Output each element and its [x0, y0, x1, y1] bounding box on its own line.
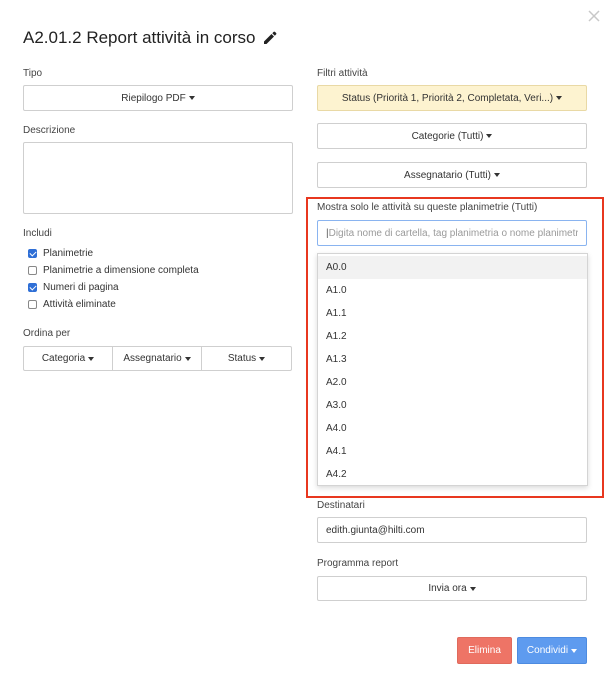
delete-button-label: Elimina: [468, 645, 501, 656]
include-page-numbers[interactable]: Numeri di pagina: [28, 279, 199, 296]
schedule-value: Invia ora: [428, 583, 467, 594]
caret-down-icon: [556, 96, 563, 100]
sort-assignee-button[interactable]: Assegnatario: [112, 346, 202, 371]
plan-option[interactable]: A4.0: [318, 417, 587, 440]
checkbox-checked[interactable]: [28, 249, 37, 258]
caret-down-icon: [493, 173, 500, 177]
assignee-filter-value: Assegnatario (Tutti): [404, 169, 491, 181]
recipients-input[interactable]: edith.giunta@hilti.com: [317, 517, 587, 543]
type-label: Tipo: [23, 68, 43, 79]
plan-option[interactable]: A1.3: [318, 348, 587, 371]
sort-segmented-control: Categoria Assegnatario Status: [23, 346, 292, 371]
checkbox-unchecked[interactable]: [28, 266, 37, 275]
include-deleted-tasks-label: Attività eliminate: [43, 299, 116, 310]
plan-option[interactable]: A4.2: [318, 463, 587, 486]
plans-search-input[interactable]: | Digita nome di cartella, tag planimetr…: [317, 220, 587, 246]
plan-option[interactable]: A3.0: [318, 394, 587, 417]
include-plans-label: Planimetrie: [43, 248, 94, 259]
caret-down-icon: [259, 356, 266, 361]
plan-option[interactable]: A0.0: [318, 256, 587, 279]
include-deleted-tasks[interactable]: Attività eliminate: [28, 296, 199, 313]
plan-option[interactable]: A1.2: [318, 325, 587, 348]
caret-down-icon: [88, 356, 95, 361]
description-textarea[interactable]: [23, 142, 293, 214]
status-filter-value: Status (Priorità 1, Priorità 2, Completa…: [341, 92, 554, 104]
include-page-numbers-label: Numeri di pagina: [43, 282, 119, 293]
schedule-dropdown[interactable]: Invia ora: [317, 576, 587, 601]
sort-category-button[interactable]: Categoria: [23, 346, 113, 371]
plans-dropdown-list: A0.0 A1.0 A1.1 A1.2 A1.3 A2.0 A3.0 A4.0 …: [317, 253, 588, 486]
sort-label: Ordina per: [23, 328, 71, 339]
type-dropdown[interactable]: Riepilogo PDF: [23, 85, 293, 111]
recipients-value: edith.giunta@hilti.com: [326, 524, 425, 536]
caret-down-icon: [469, 586, 476, 591]
assignee-filter-dropdown[interactable]: Assegnatario (Tutti): [317, 162, 587, 188]
dialog-title-text: A2.01.2 Report attività in corso: [23, 28, 256, 47]
description-label: Descrizione: [23, 125, 76, 136]
categories-filter-value: Categorie (Tutti): [411, 130, 484, 142]
delete-button[interactable]: Elimina: [457, 637, 512, 664]
caret-down-icon: [188, 96, 195, 100]
plan-option[interactable]: A1.0: [318, 279, 587, 302]
include-full-size-plans[interactable]: Planimetrie a dimensione completa: [28, 262, 199, 279]
plan-option[interactable]: A1.1: [318, 302, 587, 325]
share-button[interactable]: Condividi: [517, 637, 587, 664]
checkbox-checked[interactable]: [28, 283, 37, 292]
categories-filter-dropdown[interactable]: Categorie (Tutti): [317, 123, 587, 149]
recipients-label: Destinatari: [317, 500, 365, 511]
status-filter-dropdown[interactable]: Status (Priorità 1, Priorità 2, Completa…: [317, 85, 587, 111]
plan-option[interactable]: A4.1: [318, 440, 587, 463]
dialog-title: A2.01.2 Report attività in corso: [23, 28, 277, 48]
caret-down-icon: [184, 356, 191, 361]
checkbox-unchecked[interactable]: [28, 300, 37, 309]
filters-label: Filtri attività: [317, 68, 368, 79]
plans-filter-label: Mostra solo le attività su queste planim…: [317, 202, 538, 213]
type-dropdown-value: Riepilogo PDF: [121, 92, 186, 104]
sort-status-label: Status: [227, 353, 257, 364]
sort-status-button[interactable]: Status: [201, 346, 292, 371]
plans-search-placeholder: Digita nome di cartella, tag planimetria…: [328, 227, 578, 239]
includes-label: Includi: [23, 228, 52, 239]
share-button-label: Condividi: [526, 645, 569, 656]
sort-category-label: Categoria: [41, 353, 86, 364]
include-full-size-plans-label: Planimetrie a dimensione completa: [43, 265, 199, 276]
includes-list: Planimetrie Planimetrie a dimensione com…: [28, 245, 199, 313]
pencil-icon[interactable]: [263, 31, 277, 45]
schedule-label: Programma report: [317, 558, 399, 569]
caret-down-icon: [571, 648, 578, 653]
plan-option[interactable]: A2.0: [318, 371, 587, 394]
close-icon[interactable]: [586, 8, 602, 24]
caret-down-icon: [486, 134, 493, 138]
sort-assignee-label: Assegnatario: [123, 353, 182, 364]
include-plans[interactable]: Planimetrie: [28, 245, 199, 262]
